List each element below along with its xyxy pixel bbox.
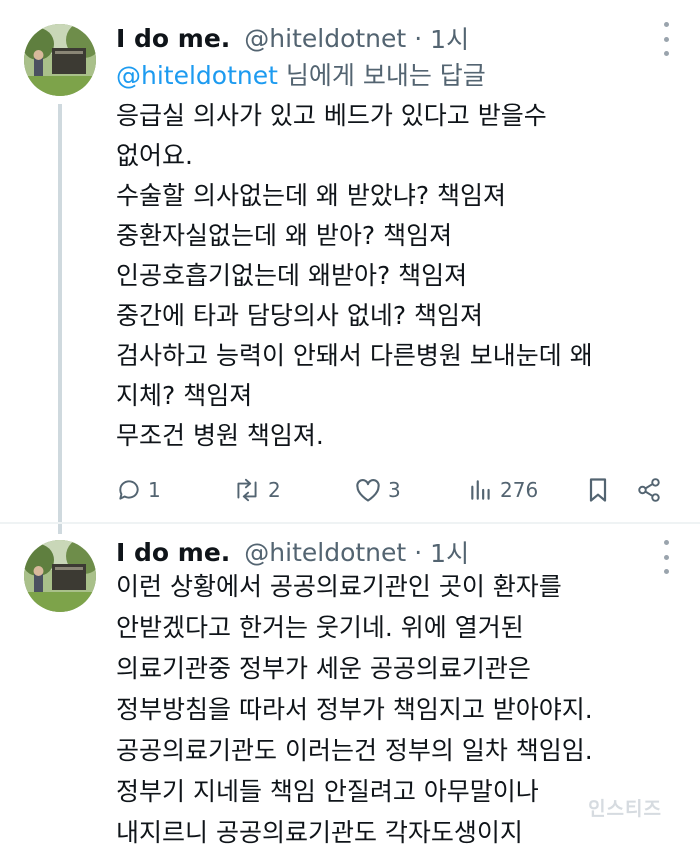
avatar-image [24,24,96,96]
bookmark-icon [589,478,607,502]
display-name[interactable]: I do me. [116,538,230,567]
timestamp[interactable]: 1시 [430,20,469,56]
share-button[interactable] [636,474,662,506]
heart-icon [356,479,380,502]
tweet-text-line: 안받겠다고 한거는 웃기네. 위에 열거된 [116,613,524,642]
separator-dot: · [414,23,423,53]
separator-dot: · [414,537,423,567]
reply-to-text: 님에게 보내는 답글 [277,61,486,90]
timestamp[interactable]: 1시 [430,534,469,570]
like-count: 3 [388,478,401,502]
share-icon [638,478,660,502]
reply-mention-link[interactable]: @hiteldotnet [116,61,278,90]
more-vertical-icon[interactable] [658,22,674,56]
repost-count: 2 [268,478,281,502]
tweet-text-line: 검사하고 능력이 안돼서 다른병원 보내눈데 왜 [116,341,593,370]
tweet-text-line: 중간에 타과 담당의사 없네? 책임져 [116,301,484,330]
avatar[interactable] [24,24,96,96]
views-button[interactable]: 276 [468,474,538,506]
reply-count: 1 [148,478,161,502]
tweet-text-line: 의료기관중 정부가 세운 공공의료기관은 [116,654,531,683]
tweet-text-line: 정부방침을 따라서 정부가 책임지고 받아야지. [116,695,593,724]
tweet-text-line: 무조건 병원 책임져. [116,421,324,450]
like-button[interactable]: 3 [354,474,401,506]
display-name[interactable]: I do me. [116,24,230,53]
bookmark-button[interactable] [586,474,610,506]
views-icon [471,480,490,500]
user-handle[interactable]: @hiteldotnet [244,24,406,53]
tweet-text-line: 수술할 의사없는데 왜 받았냐? 책임져 [116,181,507,210]
tweet-header: I do me. @hiteldotnet · 1시 [116,18,469,58]
action-bar: 1 2 3 276 [116,474,676,506]
thread-line [58,104,62,534]
tweet-text-line: 중환자실없는데 왜 받아? 책임져 [116,221,453,250]
tweet-1[interactable]: I do me. @hiteldotnet · 1시 @hiteldotnet … [0,0,700,534]
replying-to: @hiteldotnet 님에게 보내는 답글 [116,56,486,96]
repost-button[interactable]: 2 [232,474,281,506]
tweet-text-line: 공공의료기관도 이러는건 정부의 일차 책임임. [116,736,593,765]
watermark: 인스티즈 [588,798,662,820]
tweet-text-line: 지체? 책임져 [116,381,253,410]
tweet-text-line: 이런 상황에서 공공의료기관인 곳이 환자를 [116,572,562,601]
avatar[interactable] [24,540,96,612]
repost-icon [237,478,257,502]
view-count: 276 [500,478,539,502]
tweet-text-line: 없어요. [116,141,193,170]
avatar-image [24,540,96,612]
user-handle[interactable]: @hiteldotnet [244,538,406,567]
tweet-text-line: 응급실 의사가 있고 베드가 있다고 받을수 [116,101,547,130]
reply-icon [119,480,139,500]
reply-button[interactable]: 1 [116,474,161,506]
tweet-text-line: 인공호흡기없는데 왜받아? 책임져 [116,261,468,290]
tweet-text: 응급실 의사가 있고 베드가 있다고 받을수 없어요. 수술할 의사없는데 왜 … [116,96,686,456]
